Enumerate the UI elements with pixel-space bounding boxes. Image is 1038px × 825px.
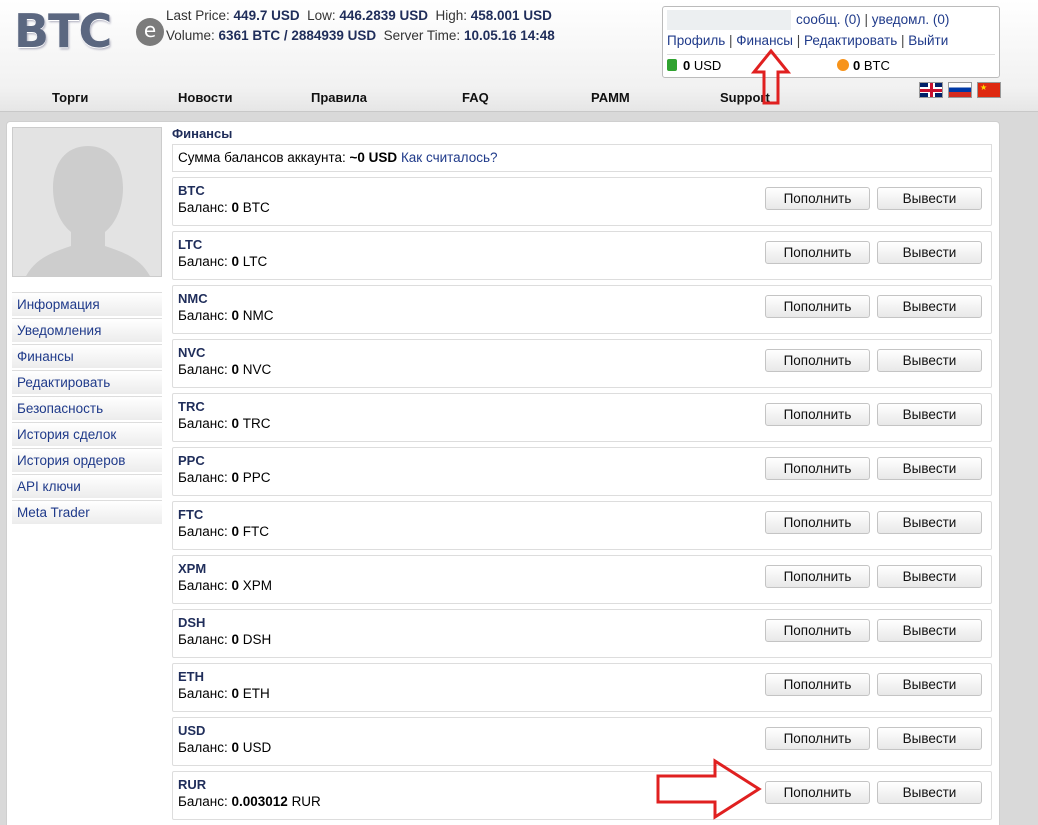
deposit-button[interactable]: Пополнить: [765, 727, 870, 750]
sidebar: Информация Уведомления Финансы Редактиро…: [12, 292, 162, 526]
sidebar-item-info[interactable]: Информация: [12, 292, 162, 316]
currency-row: XPM Баланс: 0 XPM Пополнить Вывести: [172, 555, 992, 604]
low-value: 446.2839 USD: [339, 8, 428, 23]
deposit-button[interactable]: Пополнить: [765, 673, 870, 696]
volume-value: 6361 BTC / 2884939 USD: [218, 28, 377, 43]
content-panel: Информация Уведомления Финансы Редактиро…: [6, 121, 1000, 825]
nav-news[interactable]: Новости: [178, 90, 233, 105]
currency-row: FTC Баланс: 0 FTC Пополнить Вывести: [172, 501, 992, 550]
deposit-button[interactable]: Пополнить: [765, 511, 870, 534]
deposit-button[interactable]: Пополнить: [765, 241, 870, 264]
sidebar-item-trade-history[interactable]: История сделок: [12, 422, 162, 446]
total-balance-box: Сумма балансов аккаунта: ~0 USD Как счит…: [172, 144, 992, 172]
withdraw-button[interactable]: Вывести: [877, 295, 982, 318]
low-label: Low:: [307, 8, 336, 23]
withdraw-button[interactable]: Вывести: [877, 241, 982, 264]
last-price-value: 449.7 USD: [233, 8, 300, 23]
deposit-button[interactable]: Пополнить: [765, 781, 870, 804]
withdraw-button[interactable]: Вывести: [877, 619, 982, 642]
sidebar-item-meta-trader[interactable]: Meta Trader: [12, 500, 162, 524]
ticker-line-2: Volume: 6361 BTC / 2884939 USD Server Ti…: [166, 28, 555, 43]
nav-trading[interactable]: Торги: [52, 90, 88, 105]
sidebar-item-api-keys[interactable]: API ключи: [12, 474, 162, 498]
sidebar-item-security[interactable]: Безопасность: [12, 396, 162, 420]
deposit-button[interactable]: Пополнить: [765, 403, 870, 426]
username-redacted: [667, 10, 791, 30]
high-label: High:: [435, 8, 467, 23]
withdraw-button[interactable]: Вывести: [877, 565, 982, 588]
page-title: Финансы: [172, 126, 233, 141]
currency-row: RUR Баланс: 0.003012 RUR Пополнить Вывести: [172, 771, 992, 820]
nav-rules[interactable]: Правила: [311, 90, 367, 105]
volume-label: Volume:: [166, 28, 215, 43]
dollar-icon: [667, 59, 677, 71]
bitcoin-icon: [837, 59, 849, 71]
deposit-button[interactable]: Пополнить: [765, 349, 870, 372]
sidebar-item-notifications[interactable]: Уведомления: [12, 318, 162, 342]
withdraw-button[interactable]: Вывести: [877, 349, 982, 372]
logo-badge: e: [136, 18, 164, 46]
flag-en-icon[interactable]: [919, 82, 943, 98]
sidebar-item-order-history[interactable]: История ордеров: [12, 448, 162, 472]
sidebar-item-finances[interactable]: Финансы: [12, 344, 162, 368]
main-nav: Торги Новости Правила FAQ PAMM Support: [0, 90, 1038, 110]
usd-balance: 0 USD: [667, 58, 721, 73]
messages-link[interactable]: сообщ. (0): [796, 12, 861, 27]
currency-row: TRC Баланс: 0 TRC Пополнить Вывести: [172, 393, 992, 442]
withdraw-button[interactable]: Вывести: [877, 457, 982, 480]
sidebar-item-edit[interactable]: Редактировать: [12, 370, 162, 394]
currency-row: NMC Баланс: 0 NMC Пополнить Вывести: [172, 285, 992, 334]
annotation-arrow-right-icon: [656, 758, 762, 820]
last-price-label: Last Price:: [166, 8, 230, 23]
avatar: [12, 127, 162, 277]
withdraw-button[interactable]: Вывести: [877, 187, 982, 210]
user-notifications-row: сообщ. (0) | уведомл. (0): [796, 12, 950, 27]
logout-link[interactable]: Выйти: [908, 33, 948, 48]
currency-row: NVC Баланс: 0 NVC Пополнить Вывести: [172, 339, 992, 388]
withdraw-button[interactable]: Вывести: [877, 673, 982, 696]
logo-text: BTC: [14, 4, 112, 58]
high-value: 458.001 USD: [470, 8, 552, 23]
profile-link[interactable]: Профиль: [667, 33, 725, 48]
server-time-label: Server Time:: [383, 28, 461, 43]
deposit-button[interactable]: Пополнить: [765, 457, 870, 480]
currency-row: PPC Баланс: 0 PPC Пополнить Вывести: [172, 447, 992, 496]
nav-pamm[interactable]: PAMM: [591, 90, 630, 105]
total-label: Сумма балансов аккаунта:: [178, 150, 346, 165]
user-links-row: Профиль | Финансы | Редактировать | Выйт…: [667, 33, 949, 48]
logo[interactable]: BTC e: [14, 4, 164, 58]
currency-row: BTC Баланс: 0 BTC Пополнить Вывести: [172, 177, 992, 226]
nav-faq[interactable]: FAQ: [462, 90, 489, 105]
edit-link[interactable]: Редактировать: [804, 33, 897, 48]
finances-link[interactable]: Финансы: [736, 33, 793, 48]
withdraw-button[interactable]: Вывести: [877, 727, 982, 750]
currency-row: LTC Баланс: 0 LTC Пополнить Вывести: [172, 231, 992, 280]
server-time-value: 10.05.16 14:48: [463, 28, 555, 43]
deposit-button[interactable]: Пополнить: [765, 295, 870, 318]
finances-main: Финансы Сумма балансов аккаунта: ~0 USD …: [172, 126, 992, 825]
currency-row: USD Баланс: 0 USD Пополнить Вывести: [172, 717, 992, 766]
user-box: сообщ. (0) | уведомл. (0) Профиль | Фина…: [662, 6, 1000, 78]
deposit-button[interactable]: Пополнить: [765, 187, 870, 210]
header: BTC e Last Price: 449.7 USD Low: 446.283…: [0, 0, 1038, 112]
total-value: ~0 USD: [349, 150, 398, 165]
currency-row: ETH Баланс: 0 ETH Пополнить Вывести: [172, 663, 992, 712]
user-box-divider: [667, 54, 995, 55]
deposit-button[interactable]: Пополнить: [765, 565, 870, 588]
notifications-link[interactable]: уведомл. (0): [872, 12, 950, 27]
flag-cn-icon[interactable]: [977, 82, 1001, 98]
currency-row: DSH Баланс: 0 DSH Пополнить Вывести: [172, 609, 992, 658]
annotation-arrow-up-icon: [751, 48, 791, 105]
how-calculated-link[interactable]: Как считалось?: [401, 150, 498, 165]
flag-ru-icon[interactable]: [948, 82, 972, 98]
btc-balance: 0 BTC: [837, 58, 890, 73]
deposit-button[interactable]: Пополнить: [765, 619, 870, 642]
withdraw-button[interactable]: Вывести: [877, 511, 982, 534]
avatar-placeholder-icon: [13, 128, 161, 276]
withdraw-button[interactable]: Вывести: [877, 403, 982, 426]
ticker-line-1: Last Price: 449.7 USD Low: 446.2839 USD …: [166, 8, 552, 23]
withdraw-button[interactable]: Вывести: [877, 781, 982, 804]
currency-list: BTC Баланс: 0 BTC Пополнить Вывести LTC Балан…: [172, 177, 992, 820]
